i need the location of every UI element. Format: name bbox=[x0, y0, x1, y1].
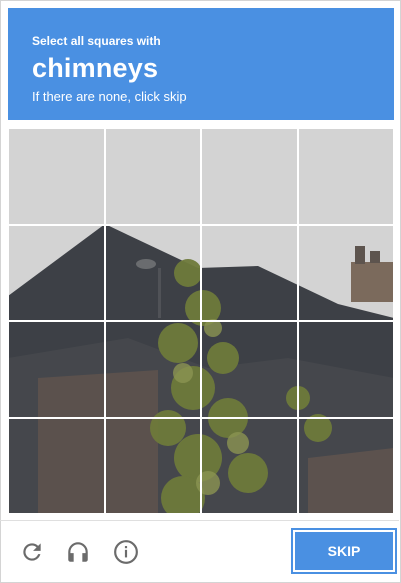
grid-tile-14[interactable] bbox=[104, 417, 201, 514]
grid-tile-8[interactable] bbox=[297, 224, 394, 321]
grid-tile-10[interactable] bbox=[104, 321, 201, 418]
grid-tile-5[interactable] bbox=[8, 224, 105, 321]
instruction-text: Select all squares with bbox=[32, 34, 161, 48]
image-grid bbox=[8, 128, 394, 514]
grid-tile-12[interactable] bbox=[297, 321, 394, 418]
audio-icon[interactable] bbox=[60, 534, 96, 570]
grid-tile-2[interactable] bbox=[104, 128, 201, 225]
grid-tile-11[interactable] bbox=[201, 321, 298, 418]
reload-icon[interactable] bbox=[14, 534, 50, 570]
info-icon[interactable] bbox=[108, 534, 144, 570]
grid-tile-13[interactable] bbox=[8, 417, 105, 514]
captcha-header: Select all squares with chimneys If ther… bbox=[8, 8, 394, 120]
grid-tile-3[interactable] bbox=[201, 128, 298, 225]
grid-tile-15[interactable] bbox=[201, 417, 298, 514]
tile-grid bbox=[8, 128, 394, 514]
grid-tile-7[interactable] bbox=[201, 224, 298, 321]
grid-tile-6[interactable] bbox=[104, 224, 201, 321]
skip-hint: If there are none, click skip bbox=[32, 89, 187, 104]
target-object: chimneys bbox=[32, 53, 159, 83]
skip-button[interactable]: SKIP bbox=[291, 528, 397, 574]
grid-tile-4[interactable] bbox=[297, 128, 394, 225]
grid-tile-16[interactable] bbox=[297, 417, 394, 514]
footer-divider bbox=[0, 520, 399, 521]
grid-tile-1[interactable] bbox=[8, 128, 105, 225]
grid-tile-9[interactable] bbox=[8, 321, 105, 418]
